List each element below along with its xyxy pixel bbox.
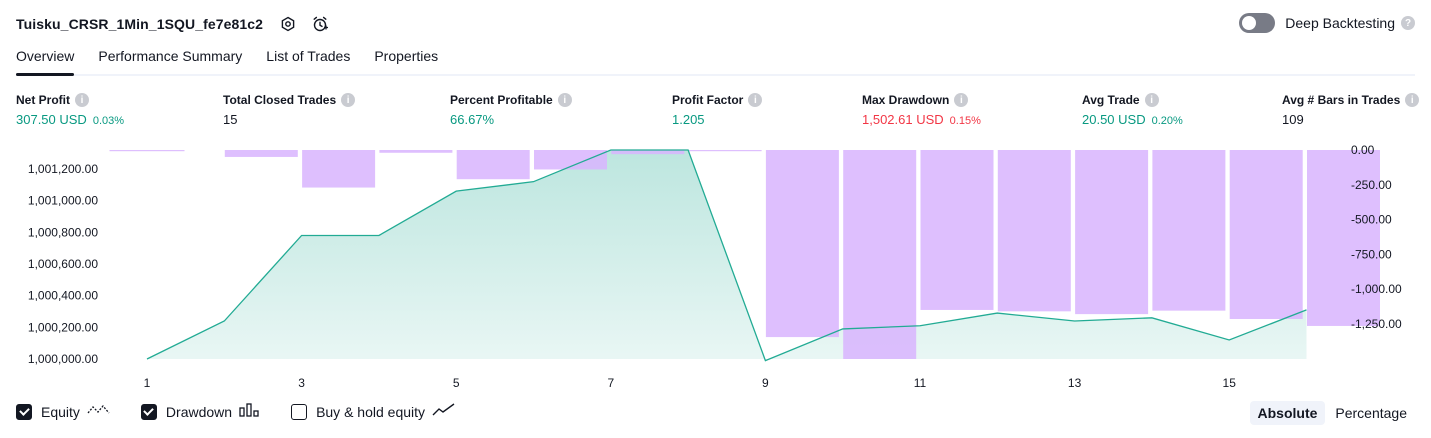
left-axis-tick: 1,000,000.00 bbox=[28, 352, 98, 366]
right-axis-tick: -1,000.00 bbox=[1351, 282, 1402, 296]
info-icon[interactable]: i bbox=[954, 93, 969, 107]
metric-profit-factor: Profit Factor i 1.205 bbox=[672, 93, 763, 127]
metric-value: 15 bbox=[223, 112, 238, 127]
metric-label: Percent Profitable bbox=[450, 93, 553, 107]
x-axis-tick: 11 bbox=[914, 376, 927, 390]
left-axis-tick: 1,001,200.00 bbox=[28, 162, 98, 176]
equity-drawdown-chart: 1,000,000.00 1,000,200.00 1,000,400.00 1,00… bbox=[28, 143, 1402, 390]
x-axis-tick: 15 bbox=[1223, 376, 1237, 390]
metric-total-closed-trades: Total Closed Trades i 15 bbox=[223, 93, 356, 127]
help-icon[interactable]: ? bbox=[1401, 16, 1415, 30]
metric-avg-bars: Avg # Bars in Trades i 109 bbox=[1282, 93, 1420, 127]
drawdown-bar bbox=[997, 150, 1071, 312]
equity-checkbox[interactable] bbox=[16, 403, 32, 420]
alarm-clock-icon[interactable] bbox=[311, 15, 329, 33]
deep-backtesting-label: Deep Backtesting bbox=[1285, 15, 1395, 31]
info-icon[interactable]: i bbox=[557, 93, 572, 107]
x-axis-tick: 5 bbox=[453, 376, 460, 390]
percentage-button[interactable]: Percentage bbox=[1327, 401, 1415, 425]
left-axis-tick: 1,000,400.00 bbox=[28, 289, 98, 303]
metric-label: Profit Factor bbox=[672, 93, 744, 107]
metric-net-profit: Net Profit i 307.50 USD 0.03% bbox=[16, 93, 124, 127]
bar-chart-icon bbox=[239, 403, 261, 420]
report-tabs: Overview Performance Summary List of Tra… bbox=[16, 48, 1415, 76]
metric-max-drawdown: Max Drawdown i 1,502.61 USD 0.15% bbox=[862, 93, 981, 127]
right-axis-tick: -250.00 bbox=[1351, 178, 1392, 192]
metric-value: 1.205 bbox=[672, 112, 705, 127]
value-mode-switch: Absolute Percentage bbox=[1248, 401, 1416, 425]
chart-legend: Equity Drawdown Buy & hold equity bbox=[16, 403, 486, 420]
info-icon[interactable]: i bbox=[1144, 93, 1159, 107]
metric-label: Net Profit bbox=[16, 93, 70, 107]
deep-backtesting-control: Deep Backtesting ? bbox=[1239, 13, 1415, 33]
tab-list-of-trades[interactable]: List of Trades bbox=[266, 48, 350, 74]
x-axis-tick: 9 bbox=[762, 376, 769, 390]
trend-line-icon bbox=[432, 403, 456, 420]
drawdown-bar bbox=[1152, 150, 1226, 311]
buy-hold-checkbox[interactable] bbox=[291, 403, 308, 420]
info-icon[interactable]: i bbox=[341, 93, 356, 107]
info-icon[interactable]: i bbox=[1405, 93, 1420, 107]
info-icon[interactable]: i bbox=[75, 93, 89, 107]
drawdown-bar bbox=[920, 150, 994, 310]
right-axis-tick: -500.00 bbox=[1351, 213, 1392, 227]
drawdown-bar bbox=[456, 150, 530, 180]
absolute-button[interactable]: Absolute bbox=[1249, 401, 1326, 425]
metric-value: 20.50 USD bbox=[1082, 112, 1146, 127]
drawdown-bar bbox=[1307, 150, 1380, 326]
metric-percent: 0.15% bbox=[949, 115, 981, 127]
strategy-title: Tuisku_CRSR_1Min_1SQU_fe7e81c2 bbox=[16, 16, 264, 32]
info-icon[interactable]: i bbox=[748, 93, 763, 107]
metric-value: 109 bbox=[1282, 112, 1304, 127]
legend-buy-hold-label: Buy & hold equity bbox=[316, 403, 426, 420]
drawdown-bar bbox=[224, 150, 298, 157]
legend-equity-label: Equity bbox=[41, 403, 80, 420]
metric-value: 66.67% bbox=[450, 112, 495, 127]
metric-label: Total Closed Trades bbox=[223, 93, 337, 107]
x-axis-tick: 7 bbox=[607, 376, 614, 390]
legend-drawdown[interactable]: Drawdown bbox=[140, 403, 261, 420]
legend-equity[interactable]: Equity bbox=[16, 403, 111, 420]
drawdown-bar bbox=[1229, 150, 1303, 319]
drawdown-bar bbox=[109, 150, 185, 152]
right-axis-tick: -750.00 bbox=[1351, 247, 1392, 261]
left-axis-tick: 1,000,800.00 bbox=[28, 225, 98, 239]
drawdown-bar bbox=[379, 150, 453, 153]
drawdown-checkbox[interactable] bbox=[140, 403, 157, 420]
right-axis-tick: -1,250.00 bbox=[1351, 317, 1402, 331]
left-axis-tick: 1,001,000.00 bbox=[28, 194, 98, 208]
metric-avg-trade: Avg Trade i 20.50 USD 0.20% bbox=[1082, 93, 1183, 127]
metric-label: Avg # Bars in Trades bbox=[1282, 93, 1401, 107]
left-axis-tick: 1,000,600.00 bbox=[28, 257, 98, 271]
drawdown-bar bbox=[1075, 150, 1149, 315]
x-axis-tick: 13 bbox=[1068, 376, 1082, 390]
metric-label: Max Drawdown bbox=[862, 93, 950, 107]
metric-label: Avg Trade bbox=[1082, 93, 1140, 107]
metric-percent-profitable: Percent Profitable i 66.67% bbox=[450, 93, 572, 127]
tab-properties[interactable]: Properties bbox=[374, 48, 438, 74]
drawdown-bar bbox=[302, 150, 376, 188]
tab-overview[interactable]: Overview bbox=[16, 48, 75, 76]
settings-icon[interactable] bbox=[279, 15, 297, 33]
metric-percent: 0.20% bbox=[1151, 115, 1183, 127]
metric-percent: 0.03% bbox=[92, 115, 125, 127]
left-axis-tick: 1,000,200.00 bbox=[28, 320, 98, 334]
legend-drawdown-label: Drawdown bbox=[165, 403, 233, 420]
x-axis-tick: 1 bbox=[144, 376, 151, 390]
legend-buy-hold[interactable]: Buy & hold equity bbox=[291, 403, 456, 420]
tab-performance-summary[interactable]: Performance Summary bbox=[98, 48, 242, 74]
x-axis-tick: 3 bbox=[298, 376, 305, 390]
drawdown-bar bbox=[688, 150, 762, 152]
metric-value: 307.50 USD bbox=[16, 112, 87, 127]
strategy-header: Tuisku_CRSR_1Min_1SQU_fe7e81c2 bbox=[16, 13, 329, 35]
deep-backtesting-toggle[interactable] bbox=[1239, 13, 1276, 33]
drawdown-bar bbox=[765, 150, 839, 338]
metric-value: 1,502.61 USD bbox=[862, 112, 944, 127]
right-axis-tick: 0.00 bbox=[1351, 143, 1375, 157]
line-chart-icon bbox=[87, 403, 111, 420]
